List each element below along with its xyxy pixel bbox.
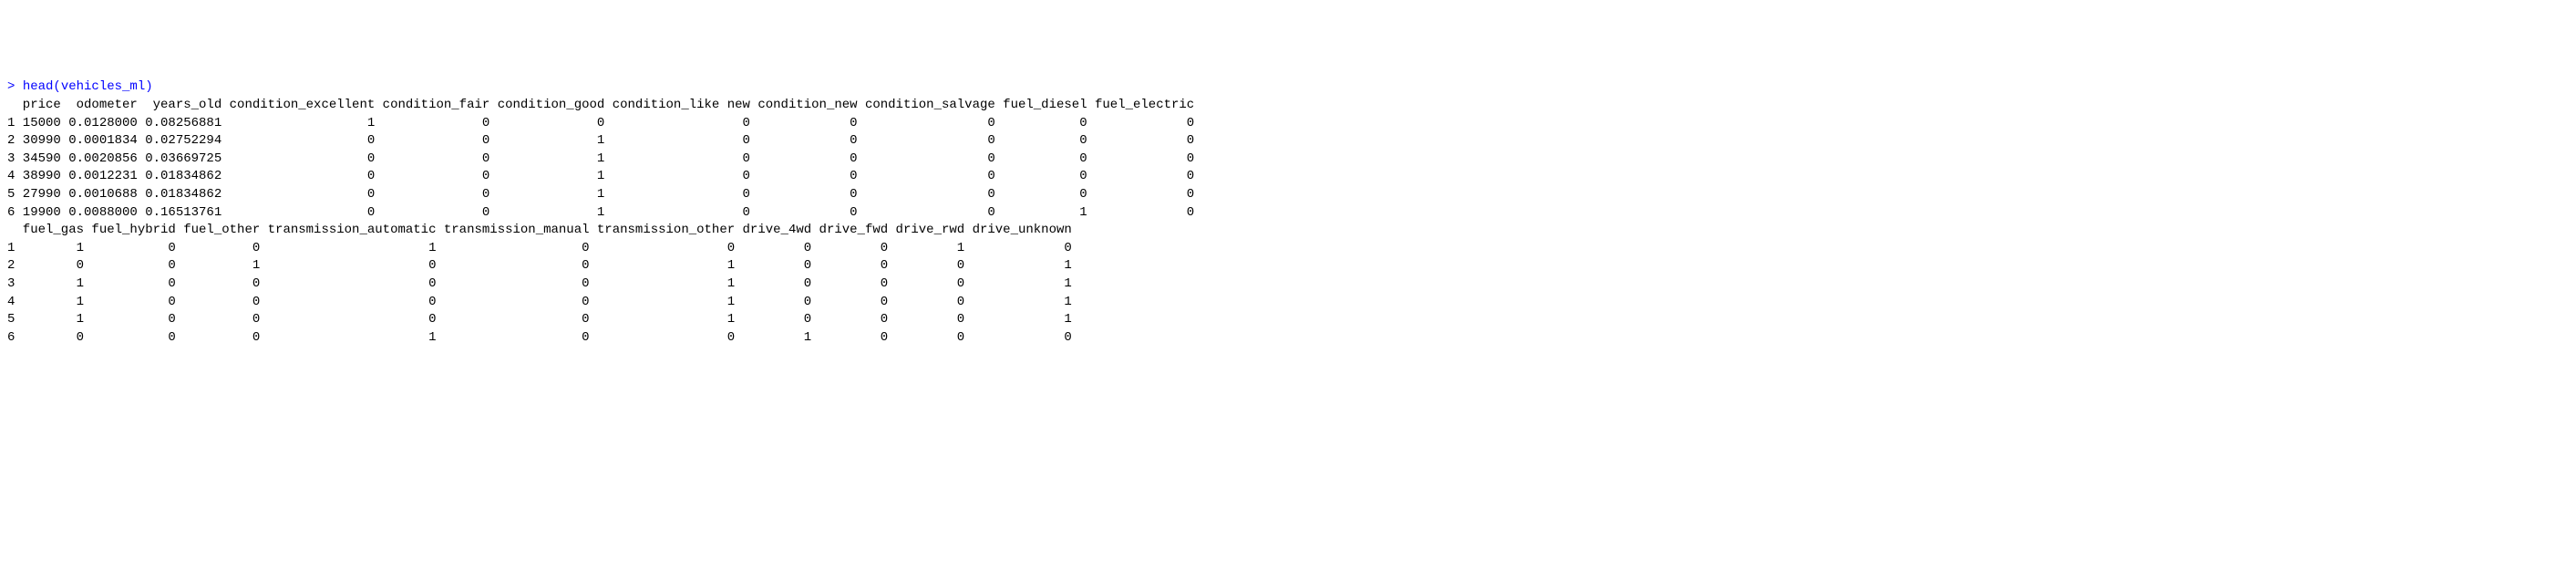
table-row: 4 1 0 0 0 0 1 0 0 0 1 xyxy=(7,295,1072,309)
table-row: 1 1 0 0 1 0 0 0 0 1 0 xyxy=(7,241,1072,255)
table-row: 5 1 0 0 0 0 1 0 0 0 1 xyxy=(7,312,1072,327)
table-row: 2 0 0 1 0 0 1 0 0 0 1 xyxy=(7,258,1072,273)
table1-header: price odometer years_old condition_excel… xyxy=(7,98,1194,112)
table-row: 1 15000 0.0128000 0.08256881 1 0 0 0 0 0… xyxy=(7,116,1194,130)
table-row: 2 30990 0.0001834 0.02752294 0 0 1 0 0 0… xyxy=(7,133,1194,148)
table-row: 6 0 0 0 1 0 0 1 0 0 0 xyxy=(7,330,1072,345)
table-row: 5 27990 0.0010688 0.01834862 0 0 1 0 0 0… xyxy=(7,187,1194,202)
table-row: 4 38990 0.0012231 0.01834862 0 0 1 0 0 0… xyxy=(7,169,1194,183)
console-command: head(vehicles_ml) xyxy=(23,79,153,94)
console-prompt: > xyxy=(7,79,23,94)
table-row: 6 19900 0.0088000 0.16513761 0 0 1 0 0 0… xyxy=(7,205,1194,220)
table2-header: fuel_gas fuel_hybrid fuel_other transmis… xyxy=(7,223,1072,237)
table-row: 3 34590 0.0020856 0.03669725 0 0 1 0 0 0… xyxy=(7,151,1194,166)
table-row: 3 1 0 0 0 0 1 0 0 0 1 xyxy=(7,276,1072,291)
